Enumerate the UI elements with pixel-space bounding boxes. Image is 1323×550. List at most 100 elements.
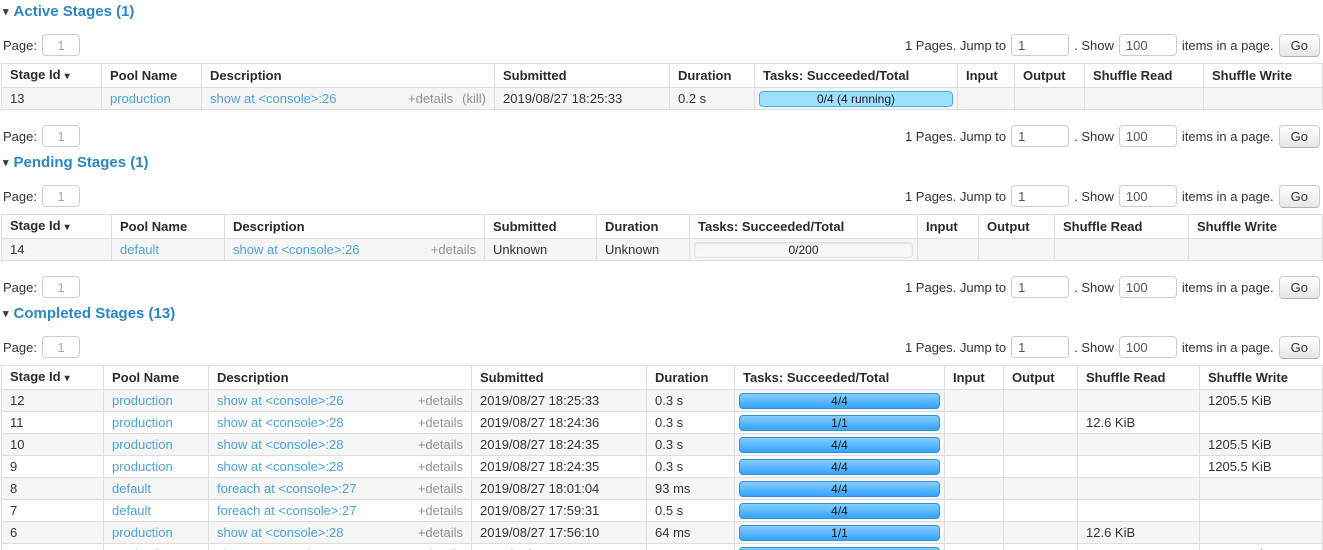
column-header[interactable]: Pool Name [102, 64, 202, 88]
section-header-active-stages[interactable]: ▾Active Stages (1) [3, 3, 1322, 20]
column-header[interactable]: Stage Id▾ [2, 366, 104, 390]
details-toggle-link[interactable]: +details [418, 415, 463, 430]
stage-description-link[interactable]: show at <console>:28 [217, 415, 343, 430]
details-toggle-link[interactable]: +details [418, 525, 463, 540]
task-progress-bar: 4/4 [739, 547, 940, 550]
column-header[interactable]: Input [918, 215, 979, 239]
column-header[interactable]: Description [202, 64, 495, 88]
jump-to-page-input[interactable] [1011, 34, 1069, 56]
go-button[interactable]: Go [1279, 336, 1320, 359]
column-header-label: Input [926, 219, 958, 234]
jump-to-page-input[interactable] [1011, 125, 1069, 147]
pool-name-link[interactable]: production [112, 393, 173, 408]
column-header-label: Output [1012, 370, 1055, 385]
description-actions: +details [422, 242, 476, 257]
jump-to-page-input[interactable] [1011, 276, 1069, 298]
column-header[interactable]: Stage Id▾ [2, 64, 102, 88]
task-progress-bar: 4/4 [739, 481, 940, 497]
kill-link[interactable]: (kill) [462, 91, 486, 106]
column-header[interactable]: Duration [670, 64, 755, 88]
pool-name-link[interactable]: default [112, 481, 151, 496]
pool-name-link[interactable]: default [120, 242, 159, 257]
task-progress-label: 4/4 [740, 482, 939, 497]
stage-description-link[interactable]: show at <console>:26 [233, 242, 359, 257]
column-header[interactable]: Duration [647, 366, 735, 390]
page-number-input[interactable] [42, 276, 80, 298]
column-header[interactable]: Submitted [472, 366, 647, 390]
stage-description-link[interactable]: foreach at <console>:27 [217, 503, 357, 518]
show-count-input[interactable] [1119, 185, 1177, 207]
stage-description-link[interactable]: foreach at <console>:27 [217, 481, 357, 496]
stage-description-link[interactable]: show at <console>:28 [217, 459, 343, 474]
pool-name-link[interactable]: production [112, 525, 173, 540]
details-toggle-link[interactable]: +details [418, 459, 463, 474]
details-toggle-link[interactable]: +details [431, 242, 476, 257]
column-header[interactable]: Shuffle Read [1078, 366, 1200, 390]
column-header[interactable]: Submitted [495, 64, 670, 88]
go-button[interactable]: Go [1279, 34, 1320, 57]
stage-id-cell: 13 [2, 88, 102, 110]
description-cell: foreach at <console>:27 +details [209, 500, 472, 522]
column-header[interactable]: Duration [597, 215, 690, 239]
go-button[interactable]: Go [1279, 276, 1320, 299]
jump-to-page-input[interactable] [1011, 336, 1069, 358]
pool-name-link[interactable]: production [112, 415, 173, 430]
pool-name-link[interactable]: default [112, 503, 151, 518]
details-toggle-link[interactable]: +details [418, 393, 463, 408]
pool-name-cell: production [102, 88, 202, 110]
stage-description-link[interactable]: show at <console>:28 [217, 525, 343, 540]
completed-stages-table: Stage Id▾Pool NameDescriptionSubmittedDu… [1, 365, 1323, 550]
pager-right: 1 Pages. Jump to . Show items in a page.… [905, 276, 1320, 299]
details-toggle-link[interactable]: +details [418, 481, 463, 496]
shuffle-write-cell [1204, 88, 1323, 110]
page-number-input[interactable] [42, 125, 80, 147]
column-header[interactable]: Input [958, 64, 1015, 88]
stage-description-link[interactable]: show at <console>:26 [210, 91, 336, 106]
column-header[interactable]: Shuffle Read [1055, 215, 1189, 239]
column-header[interactable]: Output [979, 215, 1055, 239]
jump-to-page-input[interactable] [1011, 185, 1069, 207]
show-count-input[interactable] [1119, 125, 1177, 147]
column-header[interactable]: Output [1004, 366, 1078, 390]
show-count-input[interactable] [1119, 336, 1177, 358]
column-header[interactable]: Stage Id▾ [2, 215, 112, 239]
pool-name-link[interactable]: production [112, 459, 173, 474]
go-button[interactable]: Go [1279, 185, 1320, 208]
column-header[interactable]: Output [1015, 64, 1085, 88]
column-header[interactable]: Shuffle Write [1200, 366, 1323, 390]
column-header[interactable]: Input [945, 366, 1004, 390]
column-header[interactable]: Pool Name [104, 366, 209, 390]
column-header[interactable]: Tasks: Succeeded/Total [690, 215, 918, 239]
stage-description-link[interactable]: show at <console>:28 [217, 437, 343, 452]
pager-top-pending: Page: 1 Pages. Jump to . Show items in a… [1, 184, 1322, 208]
column-header[interactable]: Tasks: Succeeded/Total [755, 64, 958, 88]
column-header[interactable]: Tasks: Succeeded/Total [735, 366, 945, 390]
column-header[interactable]: Shuffle Write [1189, 215, 1323, 239]
go-button[interactable]: Go [1279, 125, 1320, 148]
page-number-input[interactable] [42, 34, 80, 56]
section-header-completed-stages[interactable]: ▾Completed Stages (13) [3, 305, 1322, 322]
column-header[interactable]: Shuffle Write [1204, 64, 1323, 88]
pool-name-link[interactable]: production [110, 91, 171, 106]
stage-description-link[interactable]: show at <console>:26 [217, 393, 343, 408]
column-header[interactable]: Submitted [485, 215, 597, 239]
details-toggle-link[interactable]: +details [418, 437, 463, 452]
column-header[interactable]: Description [209, 366, 472, 390]
stage-id-cell: 11 [2, 412, 104, 434]
page-number-input[interactable] [42, 336, 80, 358]
pages-jump-label: 1 Pages. Jump to [905, 38, 1006, 53]
column-header[interactable]: Description [225, 215, 485, 239]
column-header[interactable]: Shuffle Read [1085, 64, 1204, 88]
task-progress-label: 4/4 [740, 504, 939, 519]
output-cell [1004, 500, 1078, 522]
description-cell: foreach at <console>:27 +details [209, 478, 472, 500]
description-cell: show at <console>:28+details [209, 544, 472, 550]
details-toggle-link[interactable]: +details [408, 91, 453, 106]
page-number-input[interactable] [42, 185, 80, 207]
details-toggle-link[interactable]: +details [418, 503, 463, 518]
pool-name-link[interactable]: production [112, 437, 173, 452]
show-count-input[interactable] [1119, 34, 1177, 56]
show-count-input[interactable] [1119, 276, 1177, 298]
section-header-pending-stages[interactable]: ▾Pending Stages (1) [3, 154, 1322, 171]
column-header[interactable]: Pool Name [112, 215, 225, 239]
